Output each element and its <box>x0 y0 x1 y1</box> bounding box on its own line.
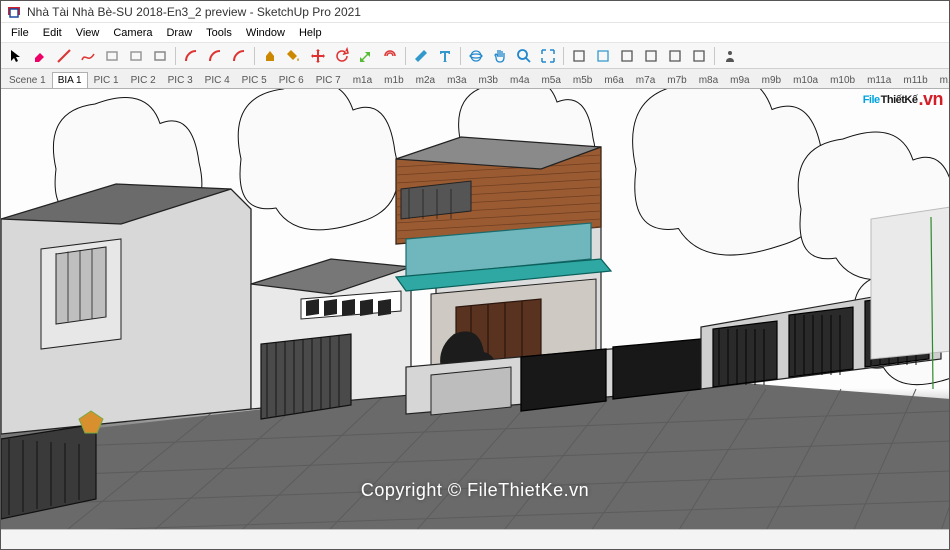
scene-tab-pic2[interactable]: PIC 2 <box>125 72 162 88</box>
titlebar: Nhà Tài Nhà Bè-SU 2018-En3_2 preview - S… <box>1 1 949 23</box>
pan-icon[interactable] <box>489 45 511 67</box>
rect-rot-icon[interactable] <box>125 45 147 67</box>
scene-tab-m9a[interactable]: m9a <box>724 72 755 88</box>
toolbar-separator <box>460 47 461 65</box>
scene-tab-scene1[interactable]: Scene 1 <box>3 72 52 88</box>
statusbar <box>1 529 949 549</box>
model-render <box>1 89 949 529</box>
scene-tab-m5b[interactable]: m5b <box>567 72 598 88</box>
scene-tab-m1a[interactable]: m1a <box>347 72 378 88</box>
menu-draw[interactable]: Draw <box>160 25 198 41</box>
text-icon[interactable] <box>434 45 456 67</box>
menu-tools[interactable]: Tools <box>200 25 238 41</box>
menu-edit[interactable]: Edit <box>37 25 68 41</box>
model-viewport[interactable]: Copyright © FileThietKe.vn File ThiếtKế … <box>1 89 949 529</box>
main-toolbar <box>1 43 949 69</box>
scene-tab-m10a[interactable]: m10a <box>787 72 824 88</box>
arc-icon[interactable] <box>180 45 202 67</box>
menu-view[interactable]: View <box>70 25 106 41</box>
filethietke-logo: File ThiếtKế .vn <box>863 89 943 110</box>
scene-tab-pic5[interactable]: PIC 5 <box>236 72 273 88</box>
scene-tab-m7b[interactable]: m7b <box>661 72 692 88</box>
style-d-icon[interactable] <box>640 45 662 67</box>
orbit-icon[interactable] <box>465 45 487 67</box>
menubar: FileEditViewCameraDrawToolsWindowHelp <box>1 23 949 43</box>
menu-help[interactable]: Help <box>293 25 328 41</box>
toolbar-separator <box>405 47 406 65</box>
window-title: Nhà Tài Nhà Bè-SU 2018-En3_2 preview - S… <box>27 5 361 19</box>
scene-tab-pic7[interactable]: PIC 7 <box>310 72 347 88</box>
scene-tab-bia1[interactable]: BIA 1 <box>52 72 88 89</box>
zoom-ext-icon[interactable] <box>537 45 559 67</box>
scene-tab-m4a[interactable]: m4a <box>504 72 535 88</box>
scale-icon[interactable] <box>355 45 377 67</box>
scene-tab-m3b[interactable]: m3b <box>473 72 504 88</box>
watermark-text: Copyright © FileThietKe.vn <box>361 480 589 501</box>
paint-icon[interactable] <box>283 45 305 67</box>
style-f-icon[interactable] <box>688 45 710 67</box>
offset-icon[interactable] <box>379 45 401 67</box>
person-icon[interactable] <box>719 45 741 67</box>
toolbar-separator <box>254 47 255 65</box>
scene-tab-m3a[interactable]: m3a <box>441 72 472 88</box>
sketchup-app-icon <box>7 5 21 19</box>
scene-tab-m8a[interactable]: m8a <box>693 72 724 88</box>
select-arrow-icon[interactable] <box>5 45 27 67</box>
zoom-icon[interactable] <box>513 45 535 67</box>
pushpull-icon[interactable] <box>259 45 281 67</box>
toolbar-separator <box>714 47 715 65</box>
scene-tab-pic6[interactable]: PIC 6 <box>273 72 310 88</box>
arc-pie-icon[interactable] <box>228 45 250 67</box>
scene-tab-pic3[interactable]: PIC 3 <box>162 72 199 88</box>
arc-2-icon[interactable] <box>204 45 226 67</box>
shadow-rect-icon[interactable] <box>149 45 171 67</box>
scene-tab-m2a[interactable]: m2a <box>410 72 441 88</box>
scene-tab-m6a[interactable]: m6a <box>598 72 629 88</box>
scene-tab-m5a[interactable]: m5a <box>535 72 566 88</box>
rotate-icon[interactable] <box>331 45 353 67</box>
scene-tab-pic1[interactable]: PIC 1 <box>88 72 125 88</box>
menu-file[interactable]: File <box>5 25 35 41</box>
toolbar-separator <box>563 47 564 65</box>
scene-tab-m1b[interactable]: m1b <box>378 72 409 88</box>
style-e-icon[interactable] <box>664 45 686 67</box>
scene-tab-m10b[interactable]: m10b <box>824 72 861 88</box>
style-b-icon[interactable] <box>592 45 614 67</box>
toolbar-separator <box>175 47 176 65</box>
scene-tab-m11a[interactable]: m11a <box>861 72 897 88</box>
style-c-icon[interactable] <box>616 45 638 67</box>
scene-tabs: Scene 1BIA 1PIC 1PIC 2PIC 3PIC 4PIC 5PIC… <box>1 69 949 89</box>
move-icon[interactable] <box>307 45 329 67</box>
line-icon[interactable] <box>53 45 75 67</box>
eraser-icon[interactable] <box>29 45 51 67</box>
tape-icon[interactable] <box>410 45 432 67</box>
scene-tab-m11b[interactable]: m11b <box>897 72 933 88</box>
style-a-icon[interactable] <box>568 45 590 67</box>
menu-camera[interactable]: Camera <box>107 25 158 41</box>
scene-tab-m7a[interactable]: m7a <box>630 72 661 88</box>
rect-icon[interactable] <box>101 45 123 67</box>
freehand-icon[interactable] <box>77 45 99 67</box>
scene-tab-pic4[interactable]: PIC 4 <box>199 72 236 88</box>
scene-tab-m11c[interactable]: m11c <box>934 72 949 88</box>
scene-tab-m9b[interactable]: m9b <box>756 72 787 88</box>
menu-window[interactable]: Window <box>240 25 291 41</box>
